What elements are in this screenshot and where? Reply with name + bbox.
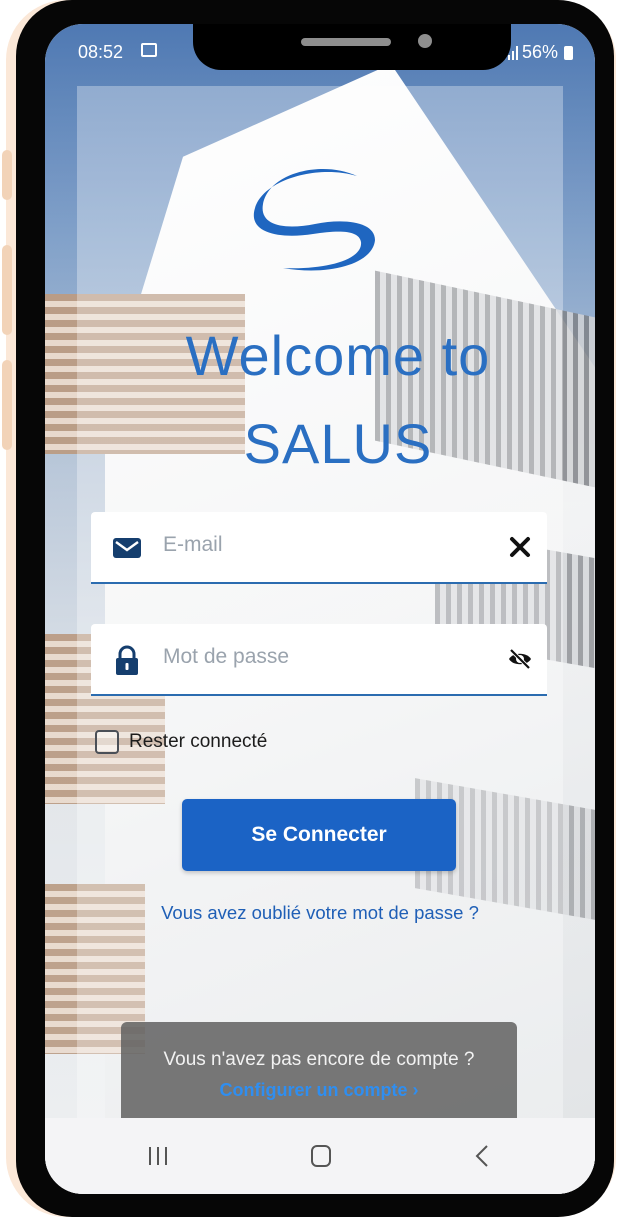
- battery-percentage: 56%: [521, 42, 558, 62]
- camera-icon: [418, 34, 432, 48]
- connect-button[interactable]: Se Connecter: [182, 799, 456, 871]
- remember-label: Rester connecté: [129, 731, 268, 752]
- configure-account-link[interactable]: Configurer un compte ›: [121, 1080, 517, 1101]
- phone-side-button: [2, 150, 12, 200]
- welcome-title: Welcome to SALUS: [45, 312, 595, 488]
- close-icon[interactable]: [507, 534, 533, 560]
- email-placeholder: E-mail: [163, 533, 223, 556]
- password-placeholder: Mot de passe: [163, 645, 290, 668]
- android-nav-bar: [45, 1118, 595, 1194]
- email-field[interactable]: E-mail: [91, 512, 547, 584]
- salus-logo-icon: [253, 168, 375, 271]
- password-field[interactable]: Mot de passe: [91, 624, 547, 696]
- envelope-icon: [113, 538, 141, 558]
- remember-checkbox[interactable]: [95, 730, 119, 754]
- eye-slash-icon[interactable]: [507, 646, 533, 672]
- recents-icon[interactable]: [138, 1140, 178, 1172]
- lock-icon: [116, 645, 138, 675]
- forgot-password-link[interactable]: Vous avez oublié votre mot de passe ?: [45, 902, 595, 924]
- title-line-1: Welcome to: [185, 324, 491, 387]
- phone-screen: 08:52 56% Welcome to SALUS E-mail Mot de…: [45, 24, 595, 1194]
- remember-me[interactable]: Rester connecté: [95, 730, 267, 754]
- battery-icon: [564, 45, 573, 60]
- status-right: 56%: [507, 42, 573, 63]
- status-time: 08:52: [78, 42, 124, 62]
- gallery-notification-icon: [141, 43, 157, 57]
- home-icon[interactable]: [301, 1140, 341, 1172]
- phone-side-button: [2, 360, 12, 450]
- no-account-text: Vous n'avez pas encore de compte ?: [163, 1049, 475, 1070]
- back-icon[interactable]: [463, 1140, 503, 1172]
- phone-notch: [193, 24, 511, 70]
- title-line-2: SALUS: [243, 412, 433, 475]
- phone-side-button: [2, 245, 12, 335]
